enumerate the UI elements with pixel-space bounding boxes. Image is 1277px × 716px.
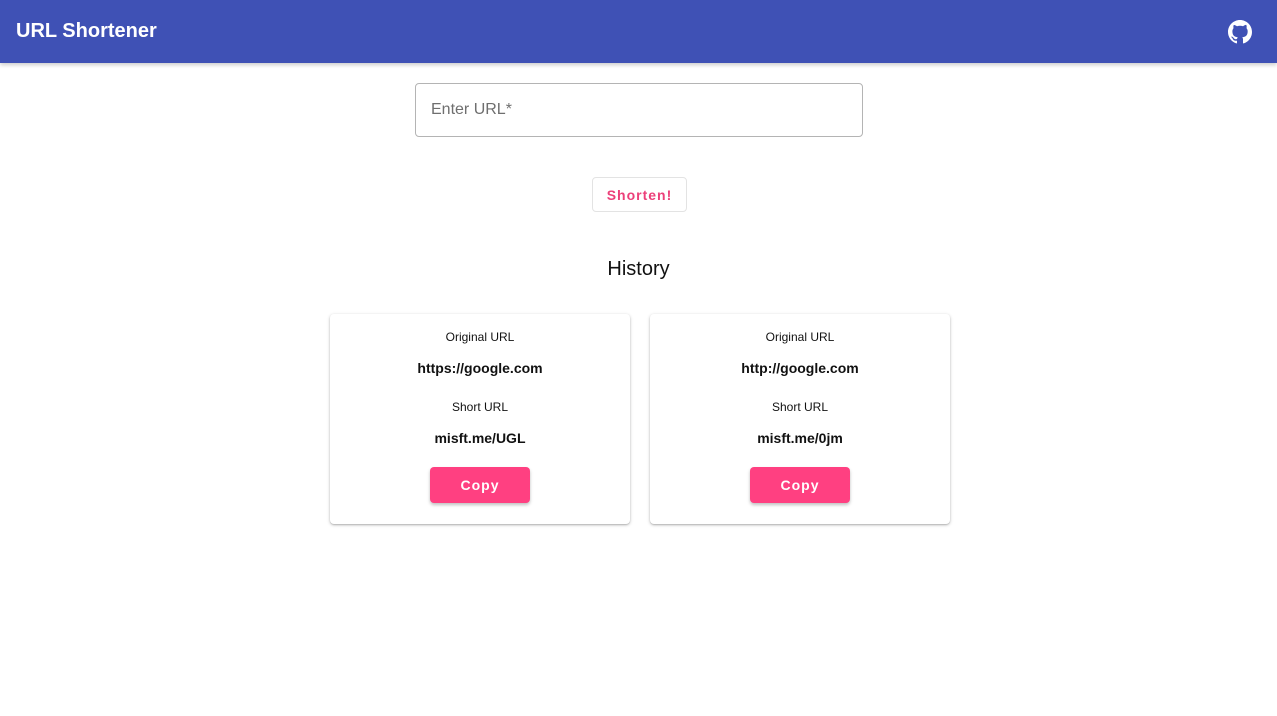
shorten-button[interactable]: Shorten! xyxy=(592,177,687,212)
history-card: Original URL http://google.com Short URL… xyxy=(650,314,950,524)
github-icon xyxy=(1228,20,1252,44)
original-url-label: Original URL xyxy=(765,330,835,344)
url-input[interactable] xyxy=(416,84,862,136)
copy-button[interactable]: Copy xyxy=(430,467,530,503)
app-title: URL Shortener xyxy=(16,20,157,42)
original-url-value: https://google.com xyxy=(417,360,543,376)
history-title: History xyxy=(607,258,670,280)
github-link-button[interactable] xyxy=(1222,15,1258,49)
short-url-value: misft.me/0jm xyxy=(757,430,843,446)
app-bar: URL Shortener xyxy=(0,0,1277,63)
original-url-value: http://google.com xyxy=(741,360,859,376)
original-url-label: Original URL xyxy=(445,330,515,344)
short-url-label: Short URL xyxy=(451,400,509,414)
short-url-label: Short URL xyxy=(771,400,829,414)
url-field[interactable] xyxy=(415,83,863,137)
short-url-value: misft.me/UGL xyxy=(434,430,526,446)
copy-button[interactable]: Copy xyxy=(750,467,850,503)
history-card: Original URL https://google.com Short UR… xyxy=(330,314,630,524)
